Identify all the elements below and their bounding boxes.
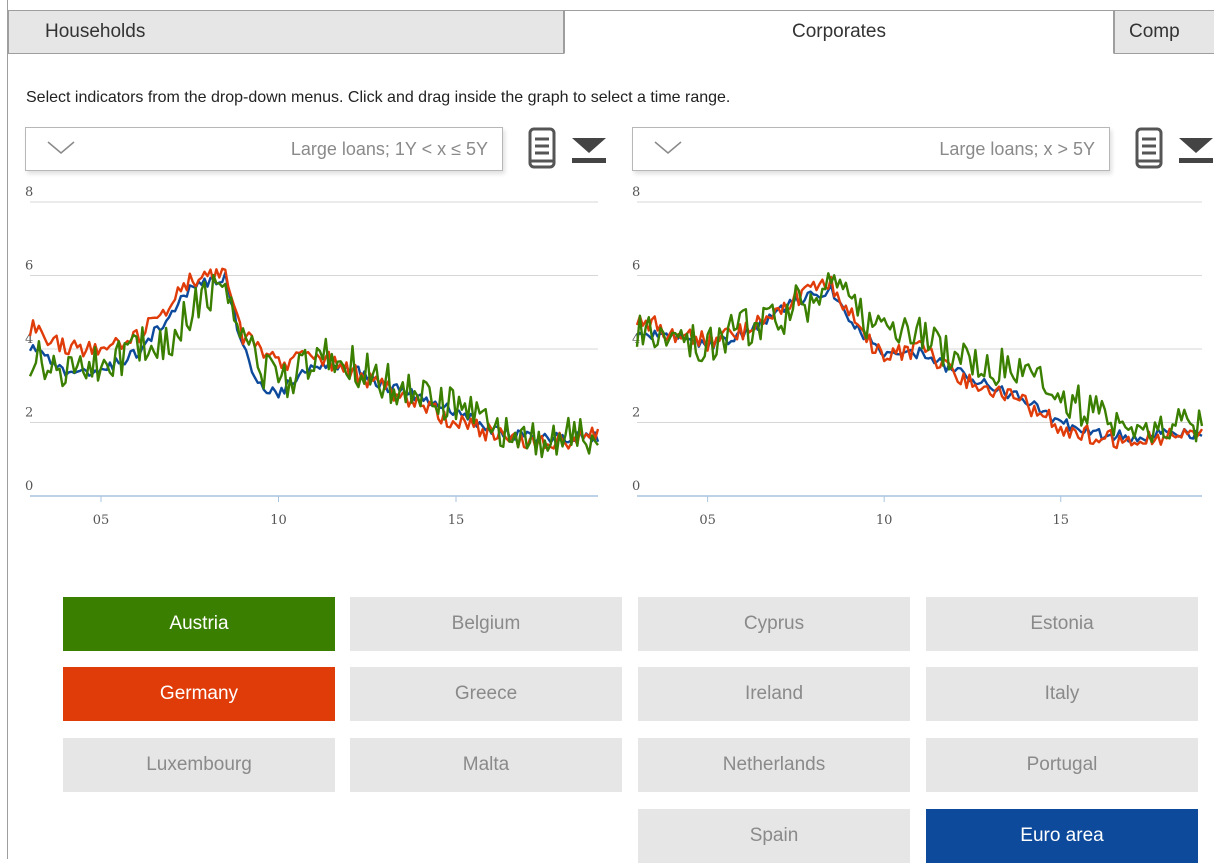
chevron-down-icon xyxy=(654,141,682,154)
country-button-estonia[interactable]: Estonia xyxy=(926,597,1198,651)
country-button-austria[interactable]: Austria xyxy=(63,597,335,651)
download-icon[interactable] xyxy=(570,136,610,166)
country-button-luxembourg[interactable]: Luxembourg xyxy=(63,738,335,792)
country-button-spain[interactable]: Spain xyxy=(638,809,910,863)
series-line-austria xyxy=(635,272,1204,444)
series-line-austria xyxy=(28,273,599,459)
tab-comp-label: Comp xyxy=(1129,21,1180,42)
download-icon[interactable] xyxy=(1177,136,1214,166)
y-tick-label: 2 xyxy=(25,406,33,421)
country-button-italy[interactable]: Italy xyxy=(926,667,1198,721)
line-chart-left[interactable]: 0246805 10 15 xyxy=(20,180,610,540)
tab-bar: Households Corporates Comp xyxy=(8,10,1214,56)
line-chart-right[interactable]: 0246805 10 15 xyxy=(627,180,1214,540)
tab-households-label: Households xyxy=(45,21,146,42)
y-tick-label: 0 xyxy=(632,479,640,494)
x-tick-label: 05 xyxy=(93,513,110,528)
x-tick-label: 15 xyxy=(448,513,465,528)
y-tick-label: 8 xyxy=(632,185,640,200)
y-tick-label: 6 xyxy=(632,259,640,274)
country-button-portugal[interactable]: Portugal xyxy=(926,738,1198,792)
x-tick-label: 10 xyxy=(876,513,893,528)
tab-comp[interactable]: Comp xyxy=(1114,10,1214,54)
y-tick-label: 8 xyxy=(25,185,33,200)
y-tick-label: 0 xyxy=(25,479,33,494)
indicator-dropdown-left[interactable]: Large loans; 1Y < x ≤ 5Y xyxy=(25,127,503,171)
y-tick-label: 6 xyxy=(25,259,33,274)
indicator-dropdown-right[interactable]: Large loans; x > 5Y xyxy=(632,127,1110,171)
country-button-euro-area[interactable]: Euro area xyxy=(926,809,1198,863)
y-tick-label: 2 xyxy=(632,406,640,421)
country-button-belgium[interactable]: Belgium xyxy=(350,597,622,651)
left-border xyxy=(7,0,8,859)
country-button-cyprus[interactable]: Cyprus xyxy=(638,597,910,651)
indicator-dropdown-right-label: Large loans; x > 5Y xyxy=(939,139,1095,159)
x-tick-label: 10 xyxy=(270,513,287,528)
country-button-germany[interactable]: Germany xyxy=(63,667,335,721)
book-icon[interactable] xyxy=(1134,126,1166,172)
book-icon[interactable] xyxy=(527,126,559,172)
country-button-ireland[interactable]: Ireland xyxy=(638,667,910,721)
tab-corporates-label: Corporates xyxy=(792,21,886,42)
instructions-text: Select indicators from the drop-down men… xyxy=(26,89,731,106)
x-tick-label: 05 xyxy=(699,513,716,528)
chevron-down-icon xyxy=(47,141,75,154)
country-button-netherlands[interactable]: Netherlands xyxy=(638,738,910,792)
tab-households[interactable]: Households xyxy=(8,10,564,54)
country-button-greece[interactable]: Greece xyxy=(350,667,622,721)
country-button-malta[interactable]: Malta xyxy=(350,738,622,792)
indicator-dropdown-left-label: Large loans; 1Y < x ≤ 5Y xyxy=(290,139,488,159)
x-tick-label: 15 xyxy=(1052,513,1069,528)
tab-corporates[interactable]: Corporates xyxy=(564,10,1114,54)
